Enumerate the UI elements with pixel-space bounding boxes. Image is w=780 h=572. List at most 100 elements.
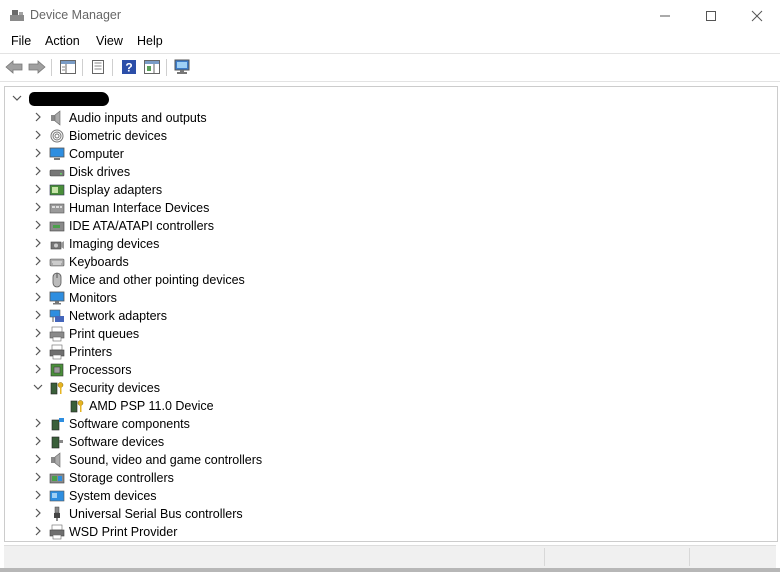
chevron-right-icon[interactable] [33, 238, 43, 248]
help-icon: ? [122, 60, 136, 75]
tree-category-item[interactable]: Software components [5, 415, 765, 433]
chevron-right-icon[interactable] [33, 490, 43, 500]
chevron-right-icon[interactable] [33, 454, 43, 464]
device-tree[interactable]: Audio inputs and outputs Biometric device… [4, 86, 778, 542]
minimize-button[interactable] [642, 0, 688, 31]
storage-controller-icon [49, 473, 65, 484]
monitor-icon [49, 291, 65, 305]
security-device-icon [70, 400, 84, 413]
tree-item-label: Audio inputs and outputs [69, 111, 207, 125]
tree-category-item[interactable]: Human Interface Devices [5, 199, 765, 217]
camera-icon [50, 241, 64, 250]
tree-item-label: Security devices [69, 381, 161, 395]
ide-controller-icon [49, 221, 65, 232]
tree-item-label: Network adapters [69, 309, 167, 323]
tree-item-label: Mice and other pointing devices [69, 273, 245, 287]
scan-hardware-icon [174, 59, 190, 74]
chevron-right-icon[interactable] [33, 364, 43, 374]
tree-item-label: Software devices [69, 435, 165, 449]
tree-category-item[interactable]: WSD Print Provider [5, 523, 765, 541]
tree-category-item[interactable]: Mice and other pointing devices [5, 271, 765, 289]
chevron-right-icon[interactable] [33, 292, 43, 302]
chevron-down-icon[interactable] [33, 382, 43, 392]
toolbar-separator [82, 59, 83, 76]
tree-item-label: Sound, video and game controllers [69, 453, 263, 467]
chevron-right-icon[interactable] [33, 112, 43, 122]
chevron-down-icon[interactable] [11, 92, 23, 104]
close-button[interactable] [734, 0, 780, 31]
action-pane-icon [144, 60, 160, 74]
chevron-right-icon[interactable] [33, 202, 43, 212]
tree-category-item[interactable]: Network adapters [5, 307, 765, 325]
tree-category-item[interactable]: Keyboards [5, 253, 765, 271]
tree-category-item[interactable]: Print queues [5, 325, 765, 343]
tree-category-item[interactable]: Sound, video and game controllers [5, 451, 765, 469]
software-component-icon [51, 418, 64, 431]
tree-child-item[interactable]: AMD PSP 11.0 Device [5, 397, 765, 415]
tree-item-label: Display adapters [69, 183, 163, 197]
properties-button[interactable] [88, 58, 108, 76]
tree-category-item[interactable]: Monitors [5, 289, 765, 307]
chevron-right-icon[interactable] [33, 472, 43, 482]
tree-category-item[interactable]: Storage controllers [5, 469, 765, 487]
chevron-right-icon[interactable] [33, 310, 43, 320]
tree-category-item[interactable]: IDE ATA/ATAPI controllers [5, 217, 765, 235]
toolbar-separator [112, 59, 113, 76]
chevron-right-icon[interactable] [33, 148, 43, 158]
forward-button[interactable] [27, 58, 47, 76]
chevron-right-icon[interactable] [33, 328, 43, 338]
tree-item-label: Disk drives [69, 165, 131, 179]
tree-category-item[interactable]: Computer [5, 145, 765, 163]
menu-view[interactable]: View [96, 34, 123, 48]
tree-category-item[interactable]: Software devices [5, 433, 765, 451]
computer-icon [49, 147, 65, 160]
scan-hardware-button[interactable] [173, 58, 193, 76]
action-pane-button[interactable] [142, 58, 162, 76]
chevron-right-icon[interactable] [33, 130, 43, 140]
fingerprint-icon [50, 129, 64, 143]
help-button[interactable]: ? [119, 58, 139, 76]
tree-category-item[interactable]: Universal Serial Bus controllers [5, 505, 765, 523]
tree-category-item[interactable]: Display adapters [5, 181, 765, 199]
tree-item-label: Computer [69, 147, 124, 161]
tree-category-item[interactable]: Audio inputs and outputs [5, 109, 765, 127]
chevron-right-icon[interactable] [33, 274, 43, 284]
security-device-icon [50, 382, 64, 395]
tree-category-item[interactable]: Biometric devices [5, 127, 765, 145]
window-title: Device Manager [30, 8, 122, 22]
tree-item-label: Print queues [69, 327, 140, 341]
chevron-right-icon[interactable] [33, 418, 43, 428]
chevron-right-icon[interactable] [33, 256, 43, 266]
chevron-right-icon[interactable] [33, 436, 43, 446]
maximize-button[interactable] [688, 0, 734, 31]
speaker-icon [51, 452, 61, 468]
tree-category-item[interactable]: System devices [5, 487, 765, 505]
tree-item-label: Imaging devices [69, 237, 160, 251]
tree-category-item[interactable]: Processors [5, 361, 765, 379]
chevron-right-icon[interactable] [33, 346, 43, 356]
tree-category-item[interactable]: Imaging devices [5, 235, 765, 253]
toolbar: ? [0, 53, 780, 82]
show-hide-console-tree-button[interactable] [58, 58, 78, 76]
tree-category-item[interactable]: Disk drives [5, 163, 765, 181]
chevron-right-icon[interactable] [33, 508, 43, 518]
tree-item-label: Human Interface Devices [69, 201, 210, 215]
chevron-right-icon[interactable] [33, 166, 43, 176]
menu-file[interactable]: File [11, 34, 31, 48]
forward-arrow-icon [28, 60, 46, 74]
tree-item-label: Keyboards [69, 255, 129, 269]
tree-category-item[interactable]: Security devices [5, 379, 765, 397]
console-tree-icon [60, 60, 76, 74]
tree-item-label: Storage controllers [69, 471, 174, 485]
chevron-right-icon[interactable] [33, 526, 43, 536]
toolbar-separator [51, 59, 52, 76]
status-pane [544, 548, 545, 566]
hid-icon [49, 203, 65, 214]
menu-help[interactable]: Help [137, 34, 163, 48]
menu-action[interactable]: Action [45, 34, 80, 48]
speaker-icon [51, 110, 61, 126]
chevron-right-icon[interactable] [33, 184, 43, 194]
back-button[interactable] [4, 58, 24, 76]
tree-category-item[interactable]: Printers [5, 343, 765, 361]
chevron-right-icon[interactable] [33, 220, 43, 230]
